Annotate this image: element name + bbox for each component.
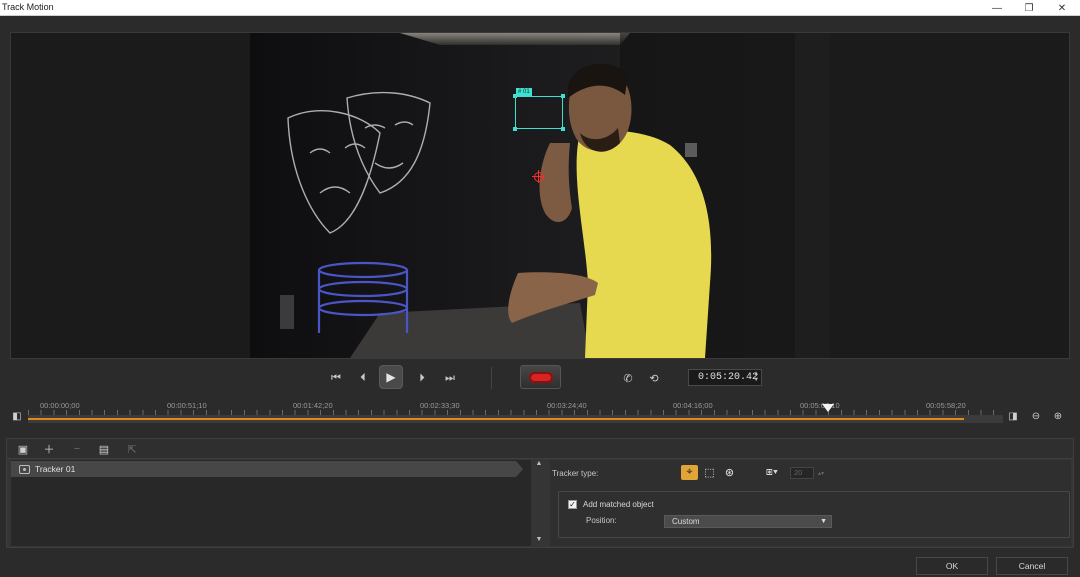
timeline-progress (28, 418, 964, 420)
tracker-point-icon[interactable] (532, 170, 545, 183)
tick-label: 00:05:58;20 (926, 401, 966, 410)
video-scene (250, 33, 830, 358)
size-spinner-icon[interactable]: ▴▾ (816, 467, 826, 479)
go-to-start-icon[interactable]: ⏮ (325, 368, 347, 388)
video-preview-panel: # 01 (10, 32, 1070, 359)
add-tracker-icon[interactable]: ＋ (41, 442, 57, 456)
zoom-out-icon[interactable]: ⊖ (1029, 410, 1043, 422)
tracker-type-label: Tracker type: (552, 469, 599, 478)
timecode-field[interactable]: 0:05:20.42 ▲ ▼ (688, 369, 762, 386)
transport-controls: ⏮ ⏴ ▶ ⏵ ⏭ ✆ ⟲ 0:05:20.42 ▲ ▼ (0, 362, 1080, 394)
area-tracker-icon[interactable]: ⬚ (701, 465, 718, 480)
tracker-handle[interactable] (513, 94, 517, 98)
chevron-down-icon: ▼ (820, 518, 827, 525)
tick-label: 00:03:24;40 (547, 401, 587, 410)
close-button[interactable]: ✕ (1047, 0, 1077, 16)
tracker-handle[interactable] (561, 127, 565, 131)
position-label: Position: (586, 516, 617, 525)
mosaic-dropdown-icon[interactable]: ⧆▾ (760, 465, 784, 480)
tracker-label: # 01 (516, 88, 532, 96)
track-motion-button[interactable] (520, 365, 561, 389)
go-to-end-icon[interactable]: ⏭ (439, 368, 461, 388)
tracker-settings-icon[interactable]: ▤ (96, 442, 112, 456)
next-frame-icon[interactable]: ⏵ (411, 368, 433, 388)
mark-out-icon[interactable]: ◨ (1006, 410, 1020, 422)
play-button[interactable]: ▶ (379, 365, 403, 389)
tracker-item-label: Tracker 01 (35, 464, 76, 474)
previous-frame-icon[interactable]: ⏴ (352, 368, 374, 388)
divider (491, 367, 492, 389)
multipoint-tracker-icon[interactable]: ⊛ (721, 465, 738, 480)
export-tracker-icon[interactable]: ⇱ (124, 442, 140, 456)
remove-tracker-icon[interactable]: − (69, 442, 85, 456)
tick-label: 00:04:16;00 (673, 401, 713, 410)
tracker-handle[interactable] (513, 127, 517, 131)
playhead-icon[interactable] (821, 404, 834, 414)
timecode-value: 0:05:20.42 (698, 372, 759, 383)
tracker-handle[interactable] (561, 94, 565, 98)
tracker-view-icon[interactable]: ▣ (15, 442, 31, 456)
size-field[interactable]: 20 (790, 467, 814, 479)
timeline-track[interactable] (28, 415, 1003, 423)
tracker-region[interactable] (513, 94, 565, 131)
record-icon (528, 371, 553, 383)
zoom-in-icon[interactable]: ⊕ (1051, 410, 1065, 422)
tick-label: 00:05:07;10 (800, 401, 840, 410)
tracker-properties: Tracker type: ⌖ ⬚ ⊛ ⧆▾ 20 ▴▾ ✓ Add match… (550, 460, 1071, 546)
play-icon: ▶ (386, 370, 396, 384)
video-frame[interactable]: # 01 (250, 33, 830, 358)
tick-label: 00:02:33;30 (420, 401, 460, 410)
tick-label: 00:00:00;00 (40, 401, 80, 410)
scroll-up-icon[interactable]: ▲ (534, 460, 544, 468)
tick-label: 00:01:42;20 (293, 401, 333, 410)
minimize-button[interactable]: — (982, 0, 1012, 16)
add-matched-object-checkbox[interactable]: ✓ (568, 500, 577, 509)
tracker-panel: ▣ ＋ − ▤ ⇱ Tracker 01 ▲ ▼ Tracker type: ⌖… (6, 438, 1074, 548)
timecode-spinner-icon[interactable]: ▲ ▼ (754, 371, 758, 383)
ok-button[interactable]: OK (916, 557, 988, 575)
reset-history-icon[interactable]: ⟲ (643, 368, 665, 388)
timeline: ◧ 00:00:00;00 00:00:51;10 00:01:42;20 00… (0, 398, 1080, 428)
tracker-icon (19, 464, 30, 474)
point-tracker-icon[interactable]: ⌖ (681, 465, 698, 480)
restore-button[interactable]: ❐ (1014, 0, 1044, 16)
matched-object-group: ✓ Add matched object Position: Custom ▼ (558, 491, 1070, 538)
phone-icon[interactable]: ✆ (617, 368, 639, 388)
tick-label: 00:00:51;10 (167, 401, 207, 410)
title-bar: Track Motion — ❐ ✕ (0, 0, 1080, 16)
add-matched-object-label: Add matched object (583, 500, 654, 509)
position-select[interactable]: Custom ▼ (664, 515, 832, 528)
tracker-list: Tracker 01 (11, 460, 531, 546)
cancel-button[interactable]: Cancel (996, 557, 1068, 575)
tracker-toolbar: ▣ ＋ − ▤ ⇱ (7, 439, 1073, 459)
list-item[interactable]: Tracker 01 (11, 461, 523, 477)
mark-in-icon[interactable]: ◧ (10, 410, 24, 422)
scroll-down-icon[interactable]: ▼ (534, 536, 544, 544)
window-title: Track Motion (2, 2, 54, 12)
position-value: Custom (672, 517, 700, 526)
